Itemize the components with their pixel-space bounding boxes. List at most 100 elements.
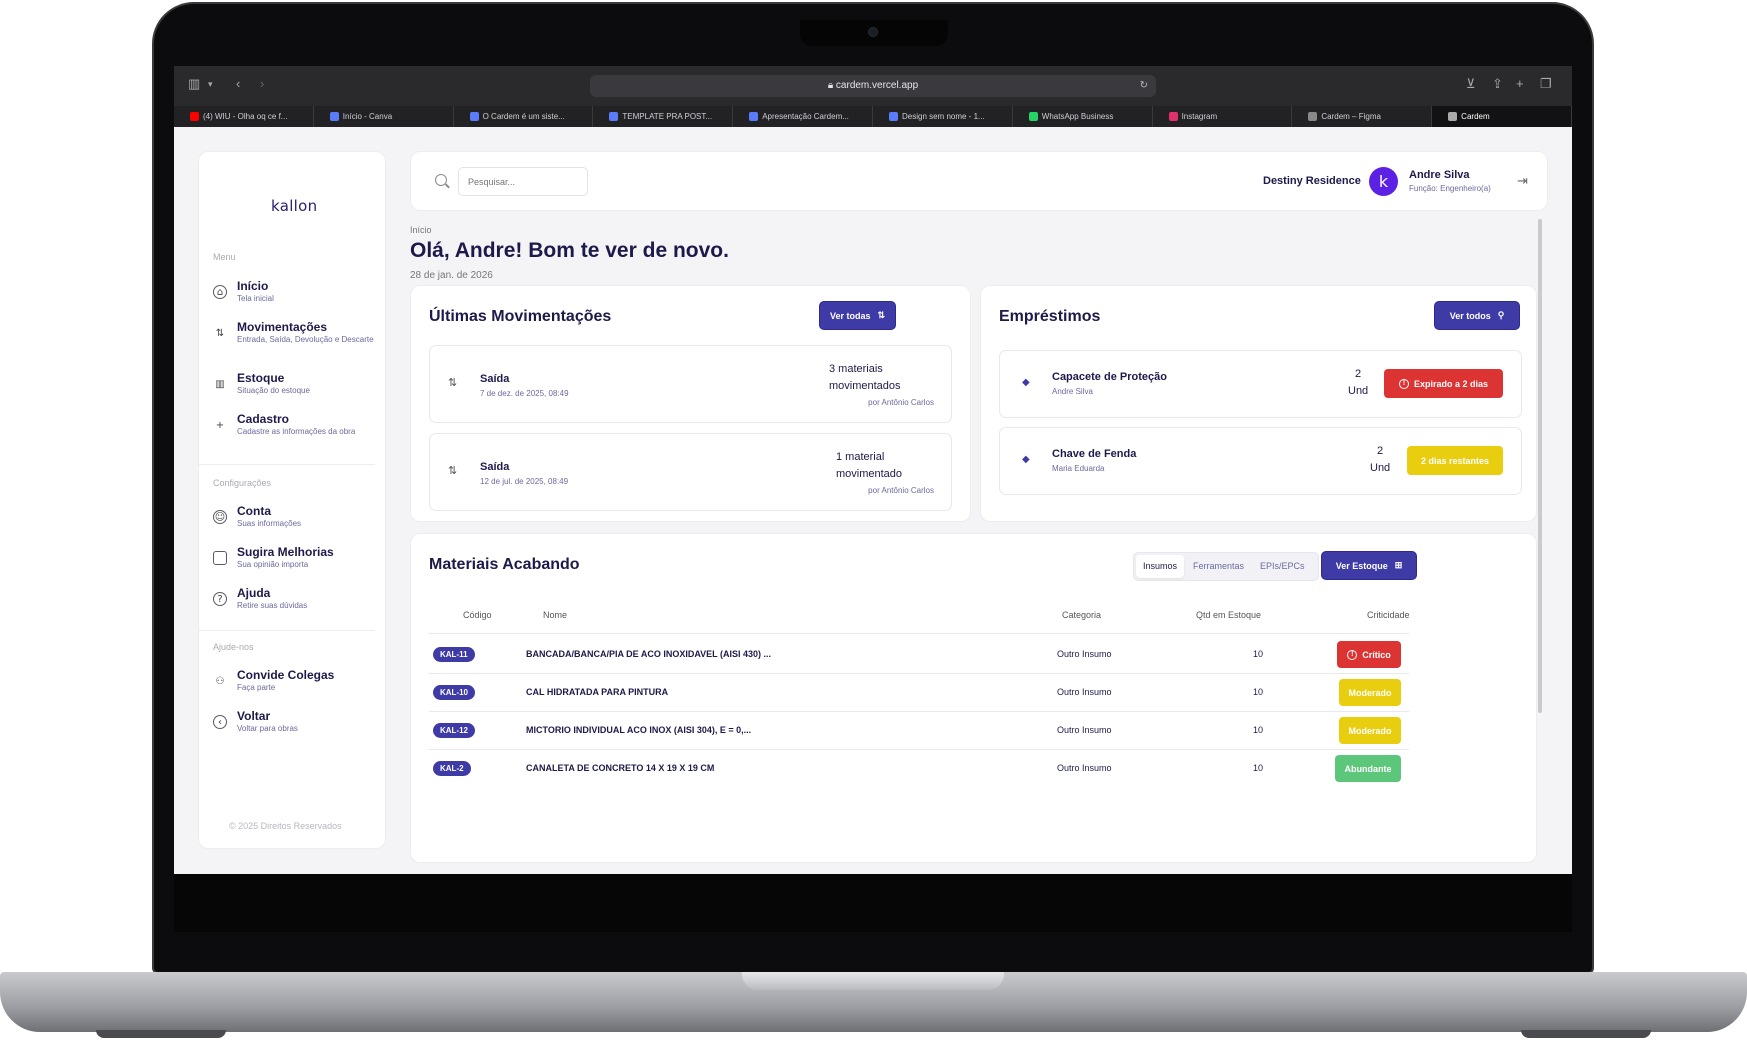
materials-card: Materiais Acabando Insumos Ferramentas E…: [410, 533, 1537, 863]
loan-item[interactable]: ◆ Capacete de Proteção Andre Silva 2 Und …: [999, 350, 1522, 418]
status-badge: ! Expirado a 2 dias: [1384, 369, 1503, 398]
sidebar-item-title: Convide Colegas: [237, 668, 335, 682]
logout-icon[interactable]: ⇥: [1517, 173, 1528, 189]
browser-tab[interactable]: TEMPLATE PRA POST...: [593, 106, 734, 127]
loan-name: Capacete de Proteção: [1052, 371, 1167, 383]
sidebar-item-conta[interactable]: ☺ Conta Suas informações: [213, 504, 379, 529]
column-header-name[interactable]: Nome: [543, 610, 567, 620]
sidebar-item-inicio[interactable]: ⌂ Início Tela inicial: [213, 279, 379, 304]
alert-icon: !: [1398, 378, 1409, 389]
sidebar-item-convide-colegas[interactable]: ⚇ Convide Colegas Faça parte: [213, 668, 379, 693]
table-row[interactable]: KAL-10 CAL HIDRATADA PARA PINTURA Outro In…: [411, 674, 1536, 712]
column-header-qty[interactable]: Qtd em Estoque: [1196, 610, 1261, 620]
browser-tab[interactable]: Apresentação Cardem...: [733, 106, 873, 127]
material-category: Outro Insumo: [1057, 649, 1112, 659]
sidebar-item-subtitle: Tela inicial: [237, 294, 274, 303]
tabs-overview-icon[interactable]: ❐: [1540, 76, 1552, 92]
button-label: Ver todas: [829, 310, 871, 321]
swap-icon: ⇅: [448, 464, 458, 477]
reload-icon[interactable]: ↻: [1140, 75, 1148, 97]
sidebar-item-cadastro[interactable]: + Cadastro Cadastre as informações da obr…: [213, 412, 379, 437]
laptop-chin: [174, 874, 1572, 932]
movement-count: 3 materiais movimentados: [829, 363, 901, 392]
table-row[interactable]: KAL-12 MICTORIO INDIVIDUAL ACO INOX (AISI…: [411, 712, 1536, 750]
sidebar-item-title: Movimentações: [237, 320, 328, 334]
sidebar-toggle-icon[interactable]: ▥: [188, 76, 200, 92]
share-icon[interactable]: ⇪: [1492, 76, 1503, 92]
breadcrumb[interactable]: Início: [410, 225, 432, 235]
key-icon: ⚲: [1497, 310, 1505, 320]
tab-strip: (4) WIU - Olha oq ce f... Início - Canva O…: [174, 106, 1572, 127]
code-badge: KAL-10: [433, 685, 476, 700]
table-row[interactable]: KAL-2 CANALETA DE CONCRETO 14 X 19 X 19 C…: [411, 750, 1536, 788]
column-header-code[interactable]: Código: [463, 610, 492, 620]
tab-label: (4) WIU - Olha oq ce f...: [203, 112, 288, 121]
movement-item[interactable]: ⇅ Saída 7 de dez. de 2025, 08:49 3 mater…: [429, 345, 952, 423]
browser-tab[interactable]: O Cardem é um siste...: [453, 106, 594, 127]
tab-label: TEMPLATE PRA POST...: [622, 112, 713, 121]
browser-tab[interactable]: Início - Canva: [313, 106, 454, 127]
sidebar-item-subtitle: Retire suas dúvidas: [237, 601, 308, 610]
forward-arrow-icon[interactable]: ›: [260, 76, 264, 91]
movement-author: por Antônio Carlos: [868, 398, 934, 407]
current-date: 28 de jan. de 2026: [410, 270, 493, 281]
project-name[interactable]: Destiny Residence: [1263, 175, 1361, 187]
browser-tab[interactable]: Design sem nome - 1...: [872, 106, 1013, 127]
back-arrow-icon[interactable]: ‹: [236, 76, 240, 91]
sidebar-item-title: Sugira Melhorias: [237, 545, 334, 559]
material-category: Outro Insumo: [1057, 763, 1112, 773]
movement-date: 12 de jul. de 2025, 08:49: [480, 477, 569, 486]
chart-icon: ▥: [215, 378, 225, 390]
favicon-icon: [1448, 112, 1458, 121]
sidebar-item-voltar[interactable]: ‹ Voltar Voltar para obras: [213, 709, 379, 734]
swap-icon: ⇅: [448, 376, 458, 389]
browser-tab[interactable]: (4) WIU - Olha oq ce f...: [174, 106, 314, 127]
card-title: Empréstimos: [999, 308, 1101, 325]
sidebar-item-sugira-melhorias[interactable]: Sugira Melhorias Sua opinião importa: [213, 545, 379, 570]
search-input[interactable]: [458, 167, 588, 196]
url-bar[interactable]: 🔒︎ cardem.vercel.app ↻: [590, 75, 1156, 97]
column-header-criticality[interactable]: Criticidade: [1367, 610, 1410, 620]
config-section-label: Configurações: [213, 478, 272, 488]
loan-quantity: 2 Und: [1370, 443, 1390, 477]
screen: ▥ ▾ ‹ › 🔒︎ cardem.vercel.app ↻ ⊻ ⇪ + ❐ (…: [174, 66, 1572, 874]
sidebar-item-ajuda[interactable]: ? Ajuda Retire suas dúvidas: [213, 586, 379, 611]
chevron-down-icon[interactable]: ▾: [208, 79, 213, 90]
code-badge: KAL-2: [433, 761, 471, 776]
sidebar-item-movimentacoes[interactable]: ⇅ Movimentações Entrada, Saída, Devolução…: [213, 320, 379, 345]
browser-tab[interactable]: Instagram: [1152, 106, 1293, 127]
criticality-badge: ! Crítico: [1337, 641, 1401, 668]
app: kallon Menu ⌂ Início Tela inicial ⇅ Movim…: [174, 127, 1572, 874]
button-label: Ver todos: [1449, 310, 1491, 321]
new-tab-icon[interactable]: +: [1516, 76, 1524, 91]
download-icon[interactable]: ⊻: [1466, 76, 1476, 92]
movement-item[interactable]: ⇅ Saída 12 de jul. de 2025, 08:49 1 mate…: [429, 433, 952, 511]
people-icon: ⚇: [215, 675, 225, 687]
divider: [199, 464, 375, 465]
tab-epis-epcs[interactable]: EPIs/EPCs: [1253, 555, 1312, 578]
divider: [429, 633, 1409, 634]
sidebar-item-estoque[interactable]: ▥ Estoque Situação do estoque: [213, 371, 379, 396]
camera: [868, 27, 878, 37]
loan-item[interactable]: ◆ Chave de Fenda Maria Eduarda 2 Und 2 di…: [999, 427, 1522, 495]
sidebar-item-title: Voltar: [237, 709, 271, 723]
search-icon: [435, 174, 447, 186]
view-all-loans-button[interactable]: Ver todos ⚲: [1434, 301, 1520, 330]
tab-insumos[interactable]: Insumos: [1136, 555, 1185, 578]
table-row[interactable]: KAL-11 BANCADA/BANCA/PIA DE ACO INOXIDAVE…: [411, 636, 1536, 674]
view-all-movements-button[interactable]: Ver todas ⇅: [819, 301, 896, 330]
browser-toolbar: ▥ ▾ ‹ › 🔒︎ cardem.vercel.app ↻ ⊻ ⇪ + ❐: [174, 66, 1572, 106]
home-icon: ⌂: [213, 285, 227, 299]
criticality-text: Crítico: [1362, 649, 1391, 660]
column-header-category[interactable]: Categoria: [1062, 610, 1101, 620]
browser-tab[interactable]: Cardem: [1432, 106, 1572, 127]
criticality-badge: Abundante: [1335, 755, 1401, 782]
browser-tab[interactable]: WhatsApp Business: [1012, 106, 1153, 127]
view-stock-button[interactable]: Ver Estoque ⊞: [1321, 551, 1417, 580]
avatar[interactable]: k: [1369, 167, 1398, 196]
menu-section-label: Menu: [213, 252, 236, 262]
browser-tab[interactable]: Cardem – Figma: [1292, 106, 1433, 127]
tab-label: Cardem: [1461, 112, 1490, 121]
scrollbar[interactable]: [1538, 219, 1542, 713]
tab-ferramentas[interactable]: Ferramentas: [1186, 555, 1251, 578]
